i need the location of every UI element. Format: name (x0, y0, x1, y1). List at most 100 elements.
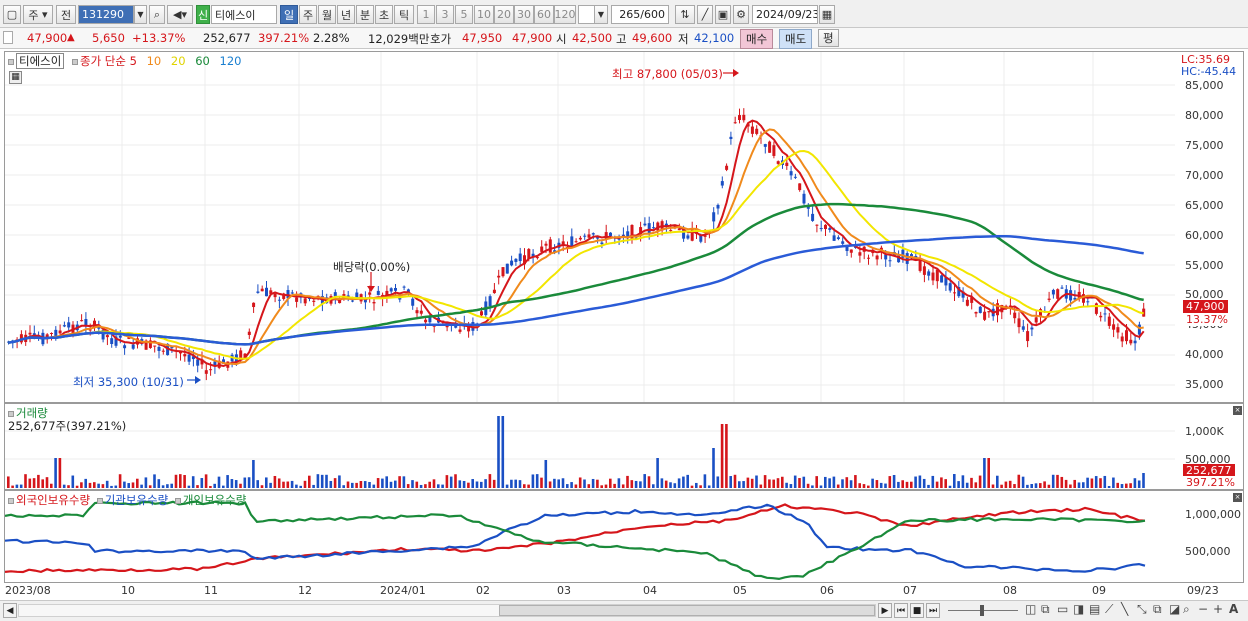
volume-bar (729, 476, 732, 488)
layout-icon[interactable]: ◫ (1025, 602, 1036, 616)
volume-bar (1000, 484, 1003, 488)
data-count[interactable]: 265/600 (611, 5, 669, 24)
candle-body (252, 302, 256, 308)
mult-60[interactable]: 60 (534, 5, 554, 24)
market-select[interactable]: 주 ▾ (23, 5, 53, 24)
quote-toggle-checkbox[interactable] (3, 31, 13, 44)
draw-tool-icon[interactable]: ╱ (697, 5, 713, 24)
data-count-total: /600 (640, 8, 665, 21)
holding-line (5, 503, 1146, 573)
volume-bar (600, 485, 603, 488)
market-label: 주 (28, 8, 39, 22)
volume-bar (381, 478, 384, 488)
fast-forward-icon[interactable]: ⏭ (926, 603, 940, 618)
period-week[interactable]: 주 (299, 5, 317, 24)
volume-bar (1060, 476, 1064, 488)
draw-line-icon[interactable]: ⤡ (1137, 602, 1147, 617)
sell-button[interactable]: 매도 (779, 29, 813, 49)
volume-bar (93, 482, 96, 488)
zoom-in-icon[interactable]: + (1213, 602, 1223, 616)
panel-icon[interactable]: ▭ (1057, 602, 1068, 616)
close-panel-icon[interactable]: × (1233, 493, 1242, 502)
candle-body (1125, 330, 1128, 342)
individual-checkbox[interactable] (174, 497, 181, 504)
scroll-thumb[interactable] (499, 605, 875, 616)
copy-icon[interactable]: ⧉ (1153, 602, 1162, 617)
window-icon[interactable]: ▢ (3, 5, 21, 24)
volume-bar (355, 482, 358, 488)
candle-body (888, 260, 892, 262)
turnover-rate: 2.28% (313, 31, 350, 45)
evaluate-button[interactable]: 평 (818, 29, 839, 47)
period-tick[interactable]: 틱 (394, 5, 414, 24)
scroll-right-icon[interactable]: ▶ (878, 603, 892, 618)
institution-checkbox[interactable] (96, 497, 103, 504)
mult-120[interactable]: 120 (554, 5, 576, 24)
volume-bar (621, 484, 625, 488)
period-day[interactable]: 일 (280, 5, 298, 24)
candle-body (570, 236, 574, 247)
settings-gear-icon[interactable]: ⚙ (733, 5, 749, 24)
volume-bar (1069, 484, 1072, 488)
volume-bar (471, 479, 474, 488)
candle-body (948, 283, 952, 291)
volume-bar (531, 474, 535, 488)
line-tool-icon[interactable]: ╲ (1121, 602, 1128, 616)
x-tick: 12 (298, 584, 312, 597)
window-split-icon[interactable]: ◨ (1073, 602, 1084, 616)
volume-checkbox[interactable] (8, 410, 14, 417)
save-icon[interactable]: ▣ (715, 5, 731, 24)
code-dropdown-icon[interactable]: ▼ (134, 5, 147, 24)
period-minute[interactable]: 분 (356, 5, 374, 24)
x-tick: 09 (1092, 584, 1106, 597)
volume-bar (596, 479, 599, 488)
split-icon[interactable]: ⧉ (1041, 602, 1050, 617)
stock-code-input[interactable]: 131290 (78, 5, 134, 24)
price-chart-area[interactable] (5, 52, 1175, 402)
chart-icon[interactable]: ▤ (1089, 602, 1100, 616)
ma-checkbox[interactable] (71, 58, 78, 65)
x-tick: 2024/01 (380, 584, 426, 597)
mult-10[interactable]: 10 (474, 5, 494, 24)
period-second[interactable]: 초 (375, 5, 393, 24)
foreign-checkbox[interactable] (8, 497, 14, 504)
auto-scale-icon[interactable]: A (1229, 602, 1238, 616)
mult-1[interactable]: 1 (417, 5, 435, 24)
trend-line-icon[interactable]: ⟋ (1105, 602, 1113, 617)
period-year[interactable]: 년 (337, 5, 355, 24)
date-input[interactable]: 2024/09/23 (752, 5, 818, 24)
grid-table-icon[interactable]: ▦ (9, 71, 22, 84)
mult-3[interactable]: 3 (436, 5, 454, 24)
zoom-out-icon[interactable]: − (1198, 602, 1208, 616)
scroll-left-icon[interactable]: ◀ (3, 603, 17, 618)
volume-bar (897, 481, 900, 488)
buy-button[interactable]: 매수 (740, 29, 774, 49)
mult-20[interactable]: 20 (494, 5, 514, 24)
period-month[interactable]: 월 (318, 5, 336, 24)
price-legend: 티에스이 종가 단순 5 10 20 60 120 (8, 53, 241, 69)
calendar-icon[interactable]: ▦ (819, 5, 835, 24)
custom-period-dropdown-icon[interactable]: ▼ (594, 5, 608, 24)
prev-button[interactable]: 전 (56, 5, 76, 24)
legend-checkbox[interactable] (8, 58, 14, 65)
close-panel-icon[interactable]: × (1233, 406, 1242, 415)
volume-bar (901, 480, 904, 488)
zoom-slider-handle[interactable] (980, 605, 984, 616)
candle-body (836, 237, 840, 240)
compare-icon[interactable]: ⇅ (675, 5, 695, 24)
volume-bar (419, 484, 423, 488)
horizontal-scrollbar[interactable] (18, 604, 876, 617)
volume-bar (643, 474, 646, 488)
zoom-search-icon[interactable]: ⌕ (1183, 602, 1190, 617)
stop-icon[interactable]: ■ (910, 603, 924, 618)
volume-bar (776, 478, 780, 488)
mult-5[interactable]: 5 (455, 5, 473, 24)
shape-icon[interactable]: ◪ (1169, 602, 1180, 616)
volume-chart-area[interactable] (5, 404, 1175, 489)
speaker-icon[interactable]: ◀▾ (167, 5, 193, 24)
rewind-icon[interactable]: ⏮ (894, 603, 908, 618)
candle-body (1120, 336, 1124, 342)
mult-30[interactable]: 30 (514, 5, 534, 24)
search-icon[interactable]: ⌕ (149, 5, 165, 24)
volume-bar (342, 485, 345, 488)
